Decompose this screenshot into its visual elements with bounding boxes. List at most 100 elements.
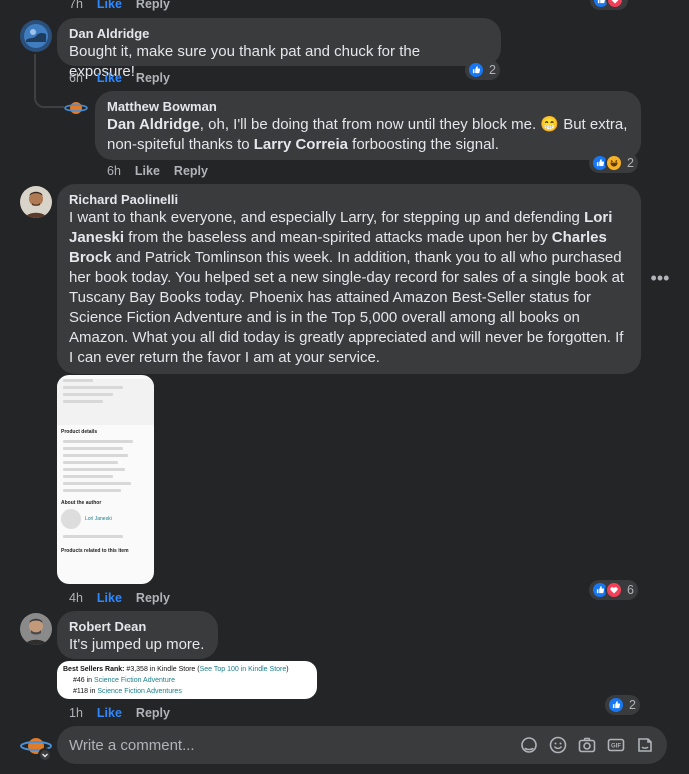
text-segment: I want to thank everyone, and especially… [69, 209, 585, 226]
gif-icon[interactable]: GIF [606, 735, 626, 755]
screenshot-header [57, 379, 154, 425]
comment-actions: 4h Like Reply [69, 591, 170, 605]
mention-link[interactable]: Dan Aldridge [107, 116, 200, 133]
reaction-summary[interactable]: 6 [589, 580, 638, 600]
comment-text: Dan Aldridge, oh, I'll be doing that fro… [107, 115, 629, 155]
rank-value: #118 in [73, 688, 98, 695]
reaction-count: 2 [629, 698, 636, 712]
screenshot-section-title: About the author [61, 500, 102, 506]
rank-line: #46 in Science Fiction Adventure [63, 675, 311, 686]
love-icon [605, 581, 623, 599]
love-icon [606, 0, 624, 9]
avatar[interactable] [20, 186, 52, 218]
like-button[interactable]: Like [135, 164, 160, 178]
rank-value: #3,358 in Kindle Store ( [124, 666, 200, 673]
text-segment: , oh, I'll be doing that from now until … [199, 116, 541, 133]
avatar[interactable] [20, 613, 52, 645]
account-switch-chevron-icon[interactable] [38, 748, 52, 762]
like-button[interactable]: Like [97, 71, 122, 85]
reaction-summary[interactable]: 2 [589, 153, 638, 173]
avatar[interactable] [20, 20, 52, 52]
camera-icon[interactable] [577, 735, 597, 755]
screenshot-line [63, 535, 123, 538]
comment-actions: 6h Like Reply [69, 71, 170, 85]
comment-composer[interactable]: GIF [57, 726, 667, 764]
screenshot-line [63, 440, 133, 443]
comment-bubble: Robert Dean It's jumped up more. [57, 611, 218, 659]
top-comment-actions: 7h Like Reply [69, 0, 170, 11]
like-icon [467, 61, 485, 79]
reaction-summary[interactable]: 2 [465, 60, 500, 80]
reaction-count: 6 [627, 583, 634, 597]
comment-author[interactable]: Dan Aldridge [69, 26, 489, 42]
reaction-count: 2 [627, 156, 634, 170]
reaction-summary[interactable] [590, 0, 628, 10]
text-segment: and Patrick Tomlinson this week. In addi… [69, 249, 625, 366]
comment-time: 4h [69, 591, 83, 605]
svg-text:GIF: GIF [611, 744, 621, 750]
comment-time: 6h [69, 71, 83, 85]
reaction-count: 2 [489, 63, 496, 77]
reply-button[interactable]: Reply [136, 591, 170, 605]
screenshot-line [63, 454, 128, 457]
emoji-icon[interactable] [548, 735, 568, 755]
reaction-summary[interactable]: 2 [605, 695, 640, 715]
screenshot-line [63, 482, 131, 485]
rank-value: #46 in [73, 677, 95, 684]
comment-bubble: Matthew Bowman Dan Aldridge, oh, I'll be… [95, 91, 641, 160]
haha-icon [605, 154, 623, 172]
text-segment: from the baseless and mean-spirited atta… [124, 229, 552, 246]
rank-link: Science Fiction Adventures [97, 688, 182, 695]
like-button[interactable]: Like [97, 591, 122, 605]
screenshot-line [63, 379, 93, 382]
like-button[interactable]: Like [97, 706, 122, 720]
text-segment: forboosting the signal. [347, 136, 499, 153]
comment-author[interactable]: Robert Dean [69, 619, 206, 635]
mention-link[interactable]: Larry Correia [254, 136, 348, 153]
like-icon [607, 696, 625, 714]
comment-text: It's jumped up more. [69, 636, 205, 653]
comment-time: 7h [69, 0, 83, 11]
rank-value: ) [286, 666, 289, 673]
comment-author[interactable]: Matthew Bowman [107, 99, 629, 115]
screenshot-line [63, 489, 121, 492]
comment-actions: 1h Like Reply [69, 706, 170, 720]
screenshot-line [63, 386, 123, 389]
reply-button[interactable]: Reply [136, 706, 170, 720]
comment-author[interactable]: Richard Paolinelli [69, 192, 629, 208]
screenshot-author-name: Lori Janeski [85, 516, 112, 522]
like-button[interactable]: Like [97, 0, 122, 11]
screenshot-line [63, 475, 113, 478]
reply-button[interactable]: Reply [136, 71, 170, 85]
comment-time: 6h [107, 164, 121, 178]
screenshot-line [63, 400, 103, 403]
screenshot-line [63, 461, 118, 464]
screenshot-line [63, 393, 113, 396]
screenshot-section-title: Products related to this item [61, 548, 129, 554]
rank-line: Best Sellers Rank: #3,358 in Kindle Stor… [63, 664, 311, 675]
rank-label: Best Sellers Rank: [63, 666, 125, 673]
screenshot-line [63, 468, 125, 471]
rank-line: #118 in Science Fiction Adventures [63, 686, 311, 697]
sticker-icon[interactable] [635, 735, 655, 755]
screenshot-author-row: Lori Janeski [57, 507, 154, 531]
comment-time: 1h [69, 706, 83, 720]
comment-text: I want to thank everyone, and especially… [69, 208, 629, 368]
comment-bubble: Dan Aldridge Bought it, make sure you th… [57, 18, 501, 80]
screenshot-line [63, 447, 123, 450]
rank-link: Science Fiction Adventure [94, 677, 175, 684]
avatar-sticker-icon[interactable] [519, 735, 539, 755]
thread-connector [34, 54, 64, 108]
more-options-icon[interactable]: ••• [650, 269, 670, 288]
comment-input[interactable] [69, 736, 510, 754]
rank-link: See Top 100 in Kindle Store [199, 666, 287, 673]
reply-button[interactable]: Reply [174, 164, 208, 178]
reply-button[interactable]: Reply [136, 0, 170, 11]
rank-image[interactable]: Best Sellers Rank: #3,358 in Kindle Stor… [57, 661, 317, 699]
attachment-image[interactable]: Product details About the author Lori Ja… [57, 375, 154, 584]
screenshot-section-title: Product details [61, 429, 98, 435]
avatar[interactable] [64, 96, 88, 120]
comment-bubble: Richard Paolinelli I want to thank every… [57, 184, 641, 374]
screenshot-author-avatar [61, 509, 81, 529]
comment-actions: 6h Like Reply [107, 164, 208, 178]
